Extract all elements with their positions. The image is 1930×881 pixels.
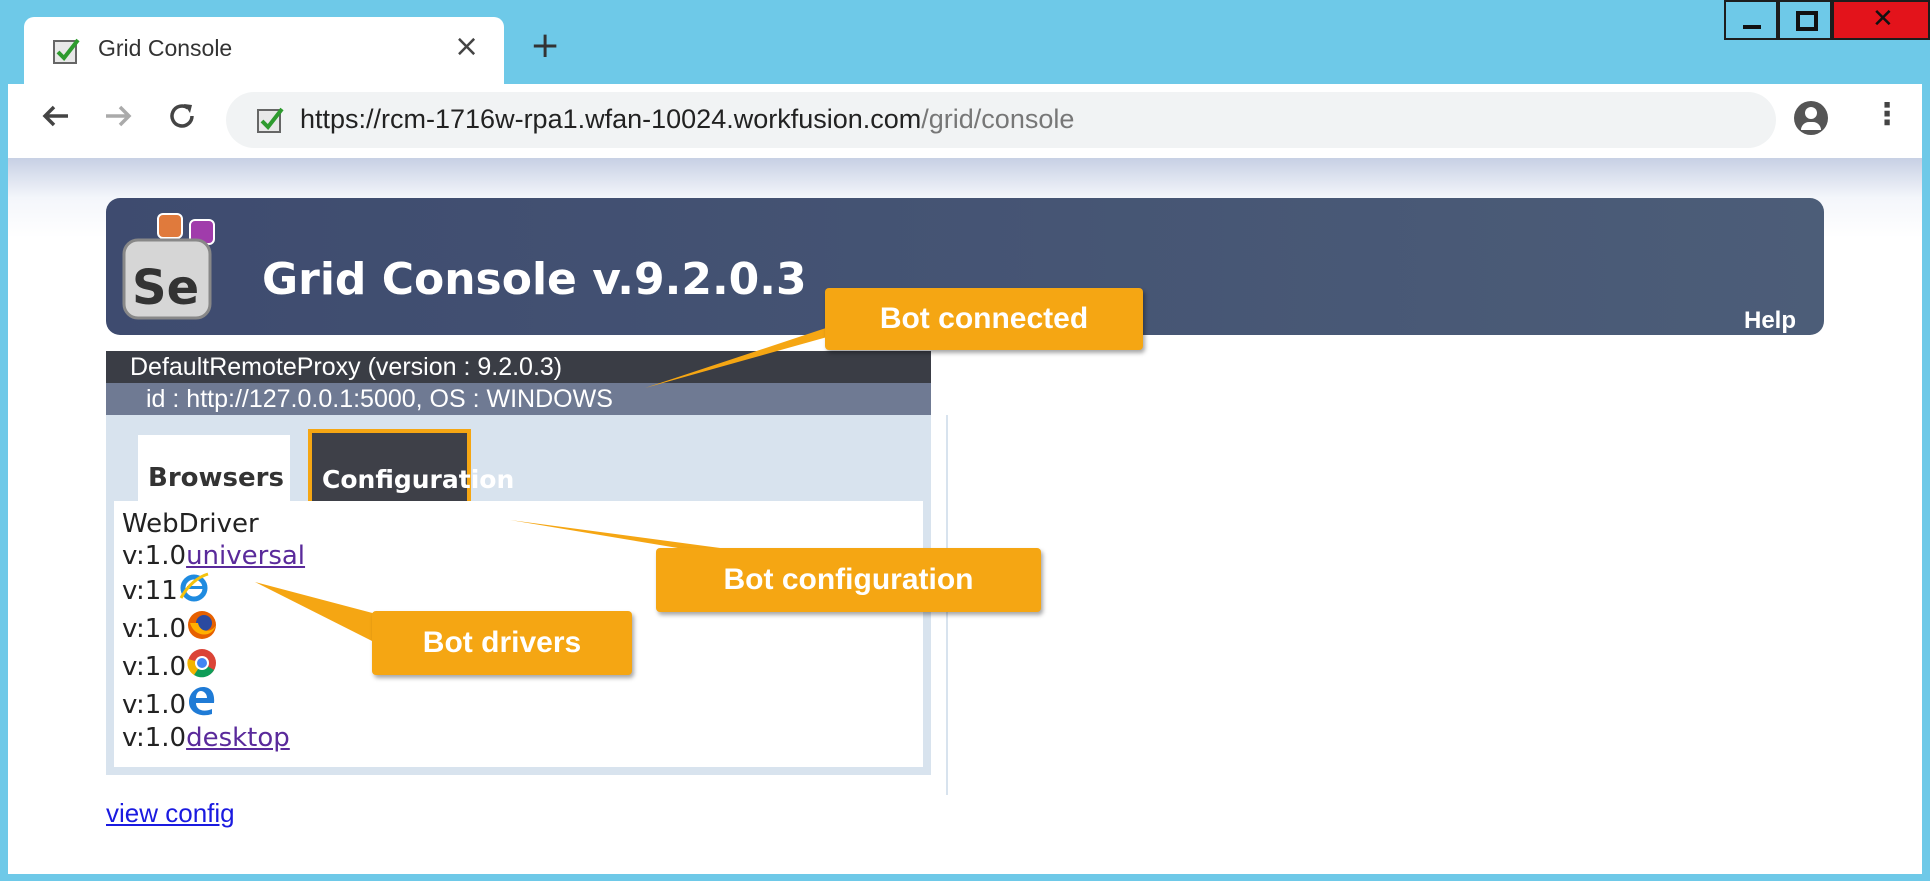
callout-bot-connected: Bot connected (825, 288, 1143, 350)
favicon-check-icon (53, 38, 80, 64)
back-arrow-icon[interactable] (40, 100, 72, 132)
address-toolbar: https://rcm-1716w-rpa1.wfan-10024.workfu… (8, 84, 1922, 158)
url-text: https://rcm-1716w-rpa1.wfan-10024.workfu… (300, 104, 1074, 135)
list-item: v:1.0desktop (122, 723, 290, 753)
callout-bot-configuration: Bot configuration (656, 548, 1041, 612)
callout-text: Bot connected (879, 302, 1089, 335)
tab-close-icon[interactable]: × (454, 29, 479, 64)
logo-text: Se (132, 260, 199, 316)
url-host: https://rcm-1716w-rpa1.wfan-10024.workfu… (300, 104, 922, 134)
internet-explorer-icon[interactable] (178, 571, 210, 603)
list-item: v:1.0universal (122, 541, 305, 571)
callout-text: Bot drivers (422, 626, 582, 659)
universal-link[interactable]: universal (186, 541, 305, 571)
reload-icon[interactable] (166, 100, 198, 132)
site-check-icon (257, 107, 284, 133)
version-text: v:1.0 (122, 652, 187, 682)
browser-tab[interactable]: Grid Console × (24, 17, 504, 85)
profile-icon[interactable] (1794, 101, 1828, 135)
firefox-icon[interactable] (186, 609, 218, 641)
callout-text: Bot configuration (723, 563, 974, 596)
help-link[interactable]: Help (1744, 307, 1796, 335)
page-title: Grid Console v.9.2.0.3 (262, 254, 807, 305)
chrome-icon[interactable] (186, 647, 218, 679)
title-bar: Grid Console × + (0, 0, 1930, 85)
tab-configuration[interactable]: Configuration (308, 429, 514, 509)
proxy-name: DefaultRemoteProxy (version : 9.2.0.3) (130, 353, 563, 381)
close-icon[interactable] (1832, 0, 1930, 40)
proxy-id: id : http://127.0.0.1:5000, OS : WINDOWS (146, 385, 613, 413)
page-content: Se Grid Console v.9.2.0.3 Help DefaultRe… (8, 158, 1922, 874)
webdriver-label: WebDriver (122, 509, 259, 539)
url-path: /grid/console (921, 104, 1075, 134)
tab-browsers-label: Browsers (148, 463, 284, 493)
tab-browsers[interactable]: Browsers (138, 435, 290, 501)
proxy-id-bar: id : http://127.0.0.1:5000, OS : WINDOWS (106, 383, 931, 415)
version-text: v:1.0 (122, 541, 187, 571)
browser-window: Grid Console × + https://rcm-1716w-rpa1.… (0, 0, 1930, 881)
maximize-icon[interactable] (1778, 0, 1832, 40)
version-text: v:11 (122, 576, 178, 606)
forward-arrow-icon[interactable] (102, 100, 134, 132)
menu-dots-icon[interactable]: ⋮ (1872, 100, 1902, 130)
version-text: v:1.0 (122, 614, 187, 644)
callout-bot-drivers: Bot drivers (372, 611, 632, 675)
address-bar[interactable]: https://rcm-1716w-rpa1.wfan-10024.workfu… (226, 92, 1776, 148)
selenium-logo: Se (122, 213, 215, 320)
list-item: v:1.0 (122, 647, 218, 682)
list-item: v:1.0 (122, 685, 218, 720)
view-config-link[interactable]: view config (106, 798, 235, 829)
version-text: v:1.0 (122, 723, 187, 753)
tab-configuration-label: Configuration (322, 465, 515, 494)
version-text: v:1.0 (122, 690, 187, 720)
list-item: v:11 (122, 571, 210, 606)
tab-title: Grid Console (98, 35, 233, 61)
proxy-header: DefaultRemoteProxy (version : 9.2.0.3) (106, 351, 931, 383)
edge-icon[interactable] (186, 685, 218, 717)
desktop-link[interactable]: desktop (186, 723, 290, 753)
new-tab-button[interactable]: + (530, 28, 560, 64)
minimize-icon[interactable] (1724, 0, 1778, 40)
list-item: v:1.0 (122, 609, 218, 644)
